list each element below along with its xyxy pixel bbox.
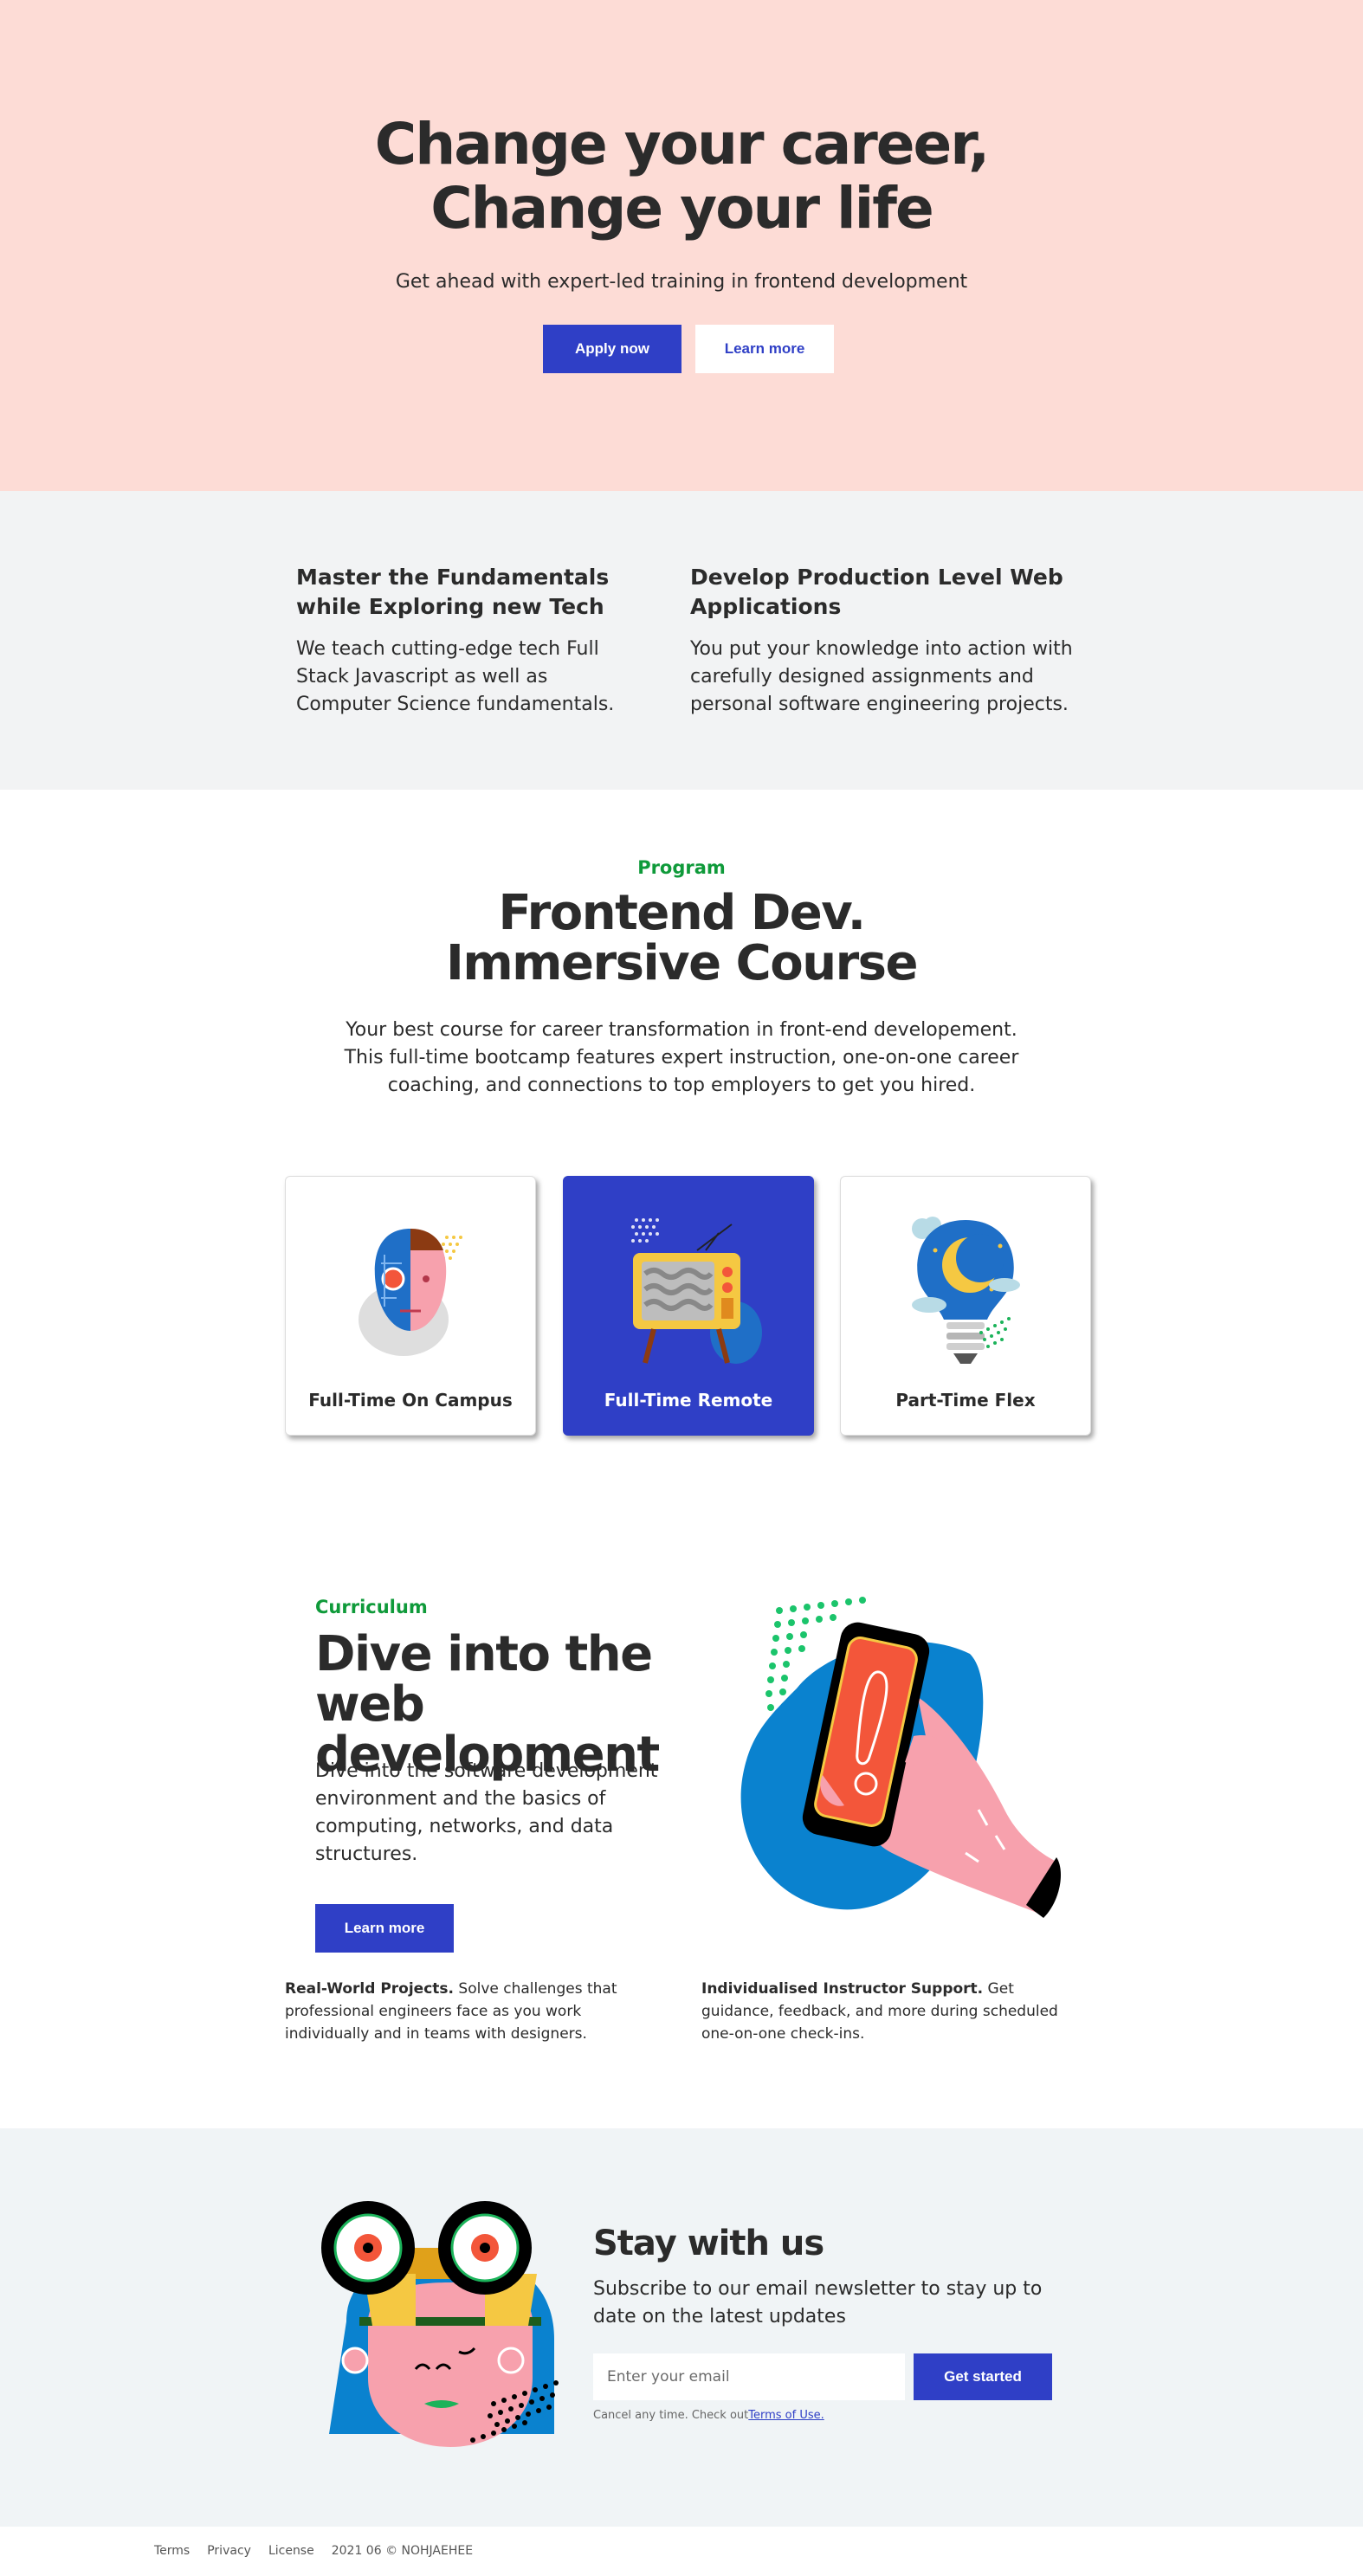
hero-title: Change your career, Change your life <box>0 113 1363 241</box>
hero-title-line2: Change your life <box>430 175 934 242</box>
instructor-support-point: Individualised Instructor Support. Get g… <box>701 1978 1074 2045</box>
newsletter-fine-print: Cancel any time. Check outTerms of Use. <box>593 2409 824 2422</box>
program-title: Frontend Dev. Immersive Course <box>0 888 1363 989</box>
curriculum-eyebrow: Curriculum <box>315 1597 428 1617</box>
footer-item: Privacy <box>207 2544 251 2558</box>
curriculum-description: Dive into the software development envir… <box>315 1760 658 1865</box>
features-section: Master the Fundamentals while Exploring … <box>0 491 1363 790</box>
program-description: Your best course for career transformati… <box>344 1019 1019 1096</box>
feature-title: Develop Production Level Web Application… <box>690 565 1063 619</box>
real-world-projects-point: Real-World Projects. Solve challenges th… <box>285 1978 657 2045</box>
feature-fundamentals: Master the Fundamentals while Exploring … <box>296 563 634 719</box>
retro-tv-icon <box>631 1218 762 1364</box>
feature-body: We teach cutting-edge tech Full Stack Ja… <box>296 638 615 715</box>
curriculum-section: Curriculum Dive into the web development… <box>0 1465 1363 2128</box>
card-full-time-remote[interactable]: Full-Time Remote <box>563 1176 814 1436</box>
hero-learn-more-button[interactable]: Learn more <box>695 325 834 373</box>
newsletter-title: Stay with us <box>593 2224 824 2263</box>
get-started-button[interactable]: Get started <box>914 2353 1052 2400</box>
footer-copyright: 2021 06 © NOHJAEHEE <box>331 2544 474 2558</box>
card-full-time-on-campus[interactable]: Full-Time On Campus <box>285 1176 536 1436</box>
newsletter-subtitle: Subscribe to our email newsletter to sta… <box>593 2278 1043 2327</box>
moon-lightbulb-icon <box>912 1217 1020 1364</box>
point-title: Real-World Projects. <box>285 1980 454 1998</box>
program-eyebrow: Program <box>637 857 726 878</box>
footer-link-license[interactable]: License <box>268 2544 314 2558</box>
hero-section: Change your career, Change your life Get… <box>0 0 1363 491</box>
newsletter-section: Stay with us Subscribe to our email news… <box>0 2128 1363 2527</box>
footer-item: Terms <box>154 2544 190 2558</box>
feature-production: Develop Production Level Web Application… <box>690 563 1088 719</box>
email-field[interactable] <box>593 2353 905 2400</box>
hero-title-line1: Change your career, <box>374 111 990 178</box>
footer-item: License <box>268 2544 314 2558</box>
card-label: Part-Time Flex <box>895 1390 1036 1411</box>
hero-subtitle: Get ahead with expert-led training in fr… <box>395 271 968 293</box>
footer: Terms Privacy License 2021 06 © NOHJAEHE… <box>0 2527 1363 2576</box>
feature-body: You put your knowledge into action with … <box>690 638 1073 715</box>
point-title: Individualised Instructor Support. <box>701 1980 984 1998</box>
footer-link-terms[interactable]: Terms <box>154 2544 190 2558</box>
phone-in-hand-icon <box>740 1597 1061 1918</box>
card-label: Full-Time On Campus <box>308 1390 513 1411</box>
footer-link-privacy[interactable]: Privacy <box>207 2544 251 2558</box>
program-section: Program Frontend Dev. Immersive Course Y… <box>0 790 1363 1465</box>
program-title-line2: Immersive Course <box>445 935 919 991</box>
card-label: Full-Time Remote <box>604 1390 773 1411</box>
apply-now-button[interactable]: Apply now <box>543 325 682 373</box>
program-title-line1: Frontend Dev. <box>498 885 866 941</box>
card-part-time-flex[interactable]: Part-Time Flex <box>840 1176 1091 1436</box>
feature-title: Master the Fundamentals while Exploring … <box>296 565 610 619</box>
terms-of-use-link[interactable]: Terms of Use. <box>748 2409 824 2422</box>
fine-print-text: Cancel any time. Check out <box>593 2409 749 2422</box>
curriculum-learn-more-button[interactable]: Learn more <box>315 1904 454 1953</box>
robot-face-icon <box>359 1229 462 1356</box>
footer-links: Terms Privacy License 2021 06 © NOHJAEHE… <box>154 2544 473 2558</box>
binoculars-face-icon <box>321 2201 559 2447</box>
